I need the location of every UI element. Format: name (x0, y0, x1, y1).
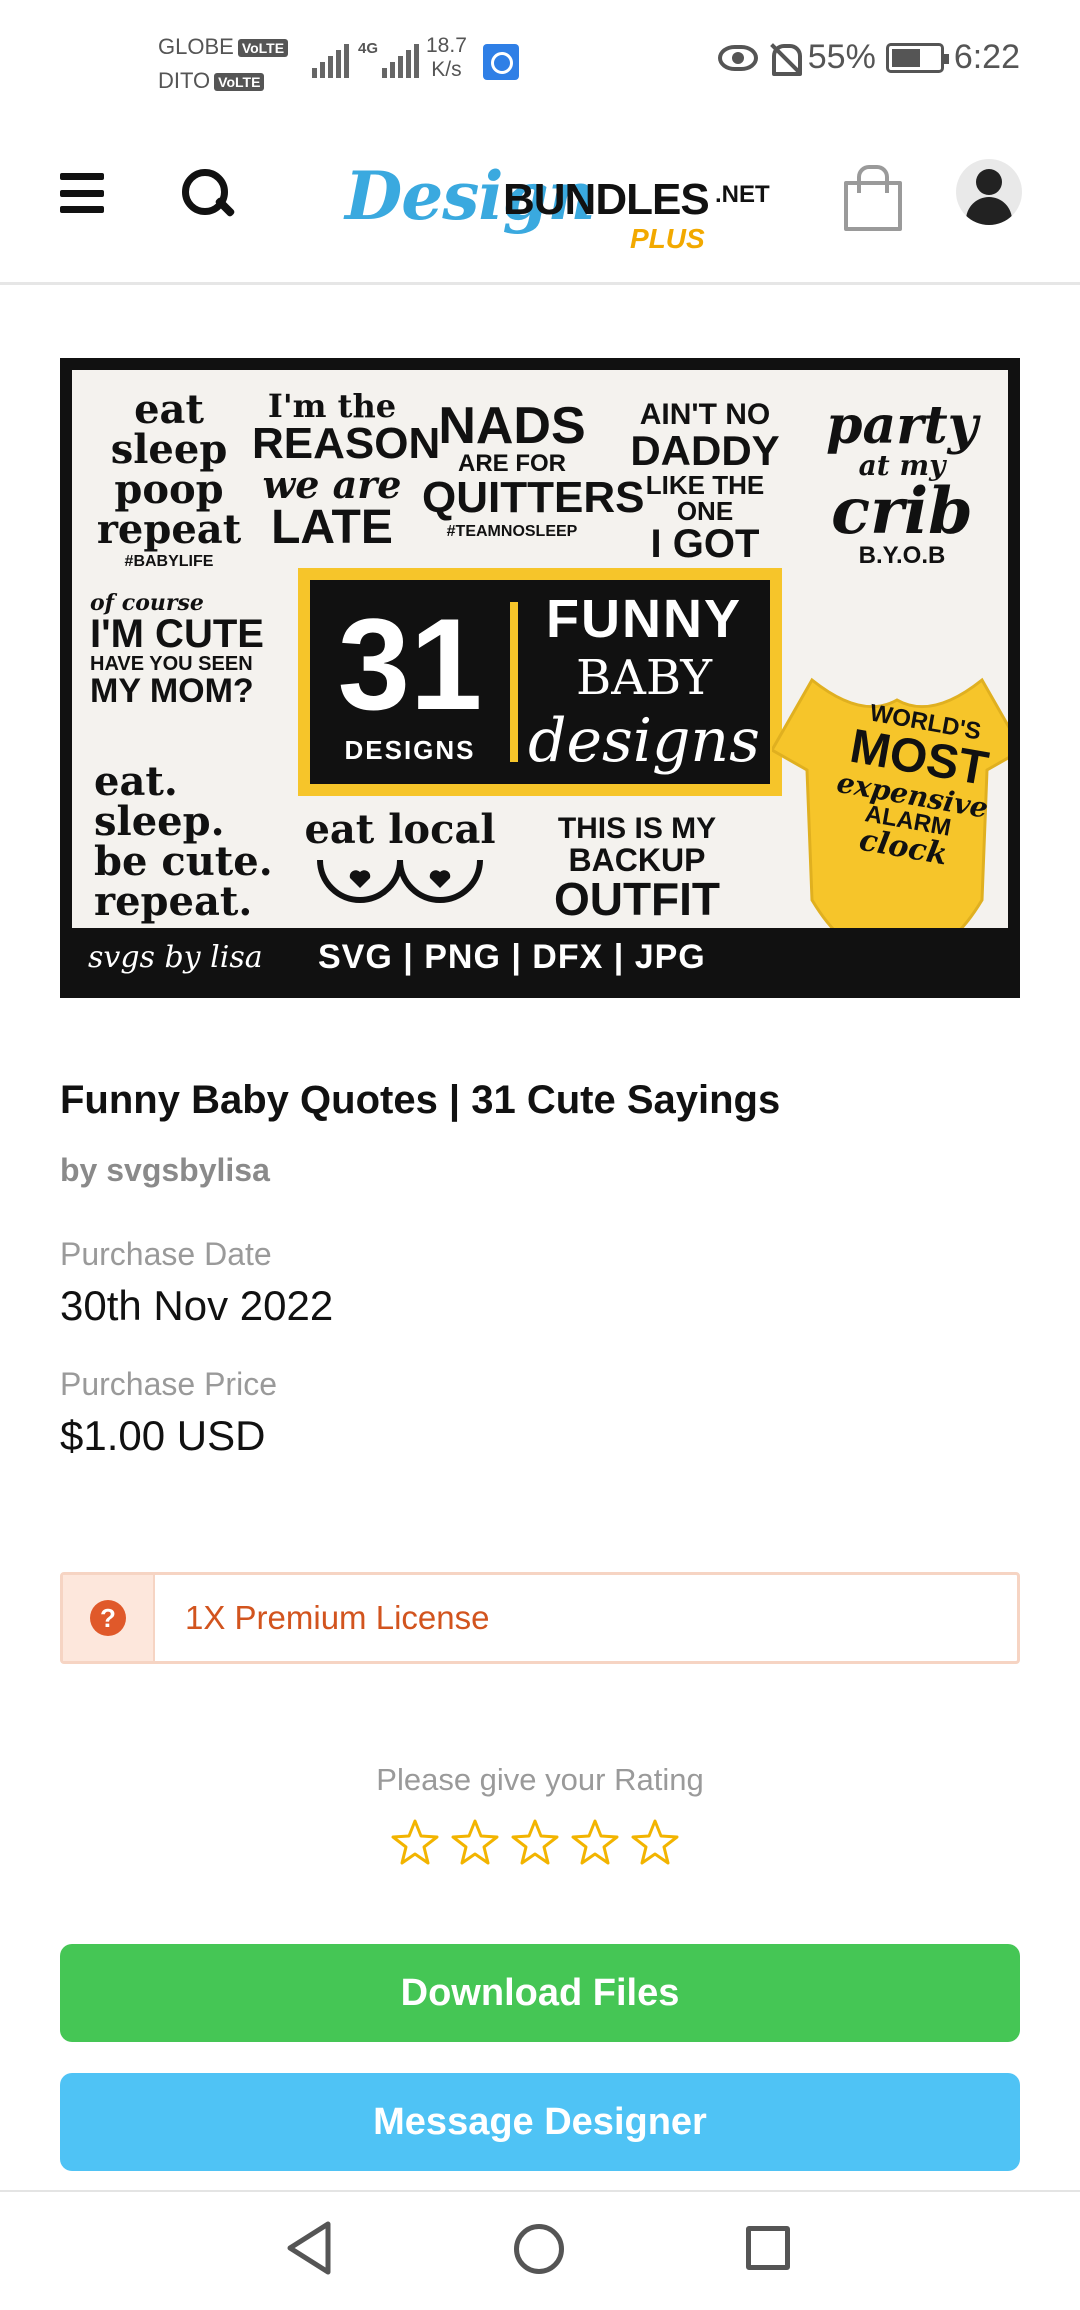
file-formats: SVG | PNG | DFX | JPG (318, 937, 706, 976)
quote-im-cute: of course I'M CUTE HAVE YOU SEEN MY MOM? (90, 590, 264, 710)
eye-icon (717, 44, 758, 71)
system-nav-bar (0, 2190, 1080, 2310)
logo-bundles: BUNDLES (503, 175, 710, 224)
menu-icon[interactable] (60, 173, 104, 213)
message-designer-button[interactable]: Message Designer (60, 2073, 1020, 2171)
logo-plus: PLUS (630, 223, 705, 254)
quote-eat-local: eat local (300, 810, 500, 934)
recent-apps-icon[interactable] (746, 2226, 790, 2270)
avatar[interactable] (956, 159, 1022, 225)
quote-daddy: AIN'T NO DADDY LIKE THE ONE I GOT (630, 398, 780, 566)
app-header: Design BUNDLES .NET PLUS (0, 125, 1080, 285)
quote-eat-sleep-cute: eat. sleep. be cute. repeat. (94, 758, 273, 925)
volte-badge: VoLTE (214, 73, 265, 92)
download-files-button[interactable]: Download Files (60, 1944, 1020, 2042)
purchase-date-label: Purchase Date (60, 1236, 272, 1272)
title-panel: 31 DESIGNS FUNNY BABY designs (298, 568, 782, 796)
logo-net: .NET (715, 181, 770, 208)
volte-badge: VoLTE (237, 39, 289, 58)
shopping-bag-icon[interactable] (844, 165, 902, 231)
battery-percent: 55% (807, 38, 876, 76)
star-icon[interactable] (630, 1818, 680, 1868)
product-title: Funny Baby Quotes | 31 Cute Sayings (60, 1078, 781, 1122)
app-notification-icon (483, 44, 519, 80)
back-icon[interactable] (284, 2220, 334, 2276)
product-image[interactable]: eat sleep poop repeat #BABYLIFE I'm the … (60, 358, 1020, 998)
home-icon[interactable] (514, 2224, 564, 2274)
quote-reason-late: I'm the REASON we are LATE (252, 387, 441, 554)
purchase-price-label: Purchase Price (60, 1366, 277, 1402)
star-icon[interactable] (390, 1818, 440, 1868)
quote-alarm-clock: WORLD'S MOST expensive ALARM clock (834, 699, 992, 873)
network-type: 4G (358, 40, 379, 57)
star-icon[interactable] (570, 1818, 620, 1868)
star-icon[interactable] (510, 1818, 560, 1868)
rating-prompt: Please give your Rating (376, 1762, 704, 1797)
quote-party-crib: party at my crib B.Y.O.B (826, 395, 978, 569)
signal-icon (312, 38, 349, 78)
speed-value: 18.7 (426, 34, 467, 57)
design-count: 31 (337, 590, 483, 737)
status-bar: GLOBE VoLTE DITO VoLTE 4G 18.7 K/s 55% 6:2… (0, 0, 1080, 125)
carrier-info: GLOBE VoLTE DITO VoLTE (158, 30, 289, 98)
quote-backup-outfit: THIS IS MY BACKUP OUTFIT (553, 812, 721, 925)
heart-icon (317, 859, 483, 903)
logo[interactable]: Design BUNDLES .NET PLUS (345, 155, 775, 255)
help-icon: ? (90, 1600, 126, 1636)
purchase-price: $1.00 USD (60, 1412, 266, 1459)
design-count-label: DESIGNS (344, 734, 476, 765)
carrier-2: DITO (158, 68, 211, 93)
quote-nads-quitters: NADS ARE FOR QUITTERS #TEAMNOSLEEP (422, 397, 645, 540)
bell-off-icon (768, 42, 802, 76)
quote-eat-sleep-poop: eat sleep poop repeat #BABYLIFE (96, 386, 242, 570)
battery-icon (885, 42, 949, 73)
license-info[interactable]: ? 1X Premium License (60, 1572, 1020, 1664)
status-right: 55% 6:22 (717, 38, 1020, 77)
product-author[interactable]: by svgsbylisa (60, 1152, 270, 1189)
product-image-canvas: eat sleep poop repeat #BABYLIFE I'm the … (72, 370, 1008, 986)
signature: svgs by lisa (88, 939, 263, 975)
clock: 6:22 (953, 38, 1020, 76)
star-icon[interactable] (450, 1818, 500, 1868)
title-funny: FUNNY (546, 589, 742, 649)
purchase-date: 30th Nov 2022 (60, 1282, 334, 1329)
speed-unit: K/s (431, 58, 462, 81)
search-icon[interactable] (180, 167, 234, 221)
title-baby: BABY (575, 650, 713, 706)
title-designs: designs (528, 706, 760, 776)
signal-icon (382, 38, 419, 78)
rating-stars (390, 1818, 680, 1868)
license-label: 1X Premium License (185, 1599, 490, 1636)
network-speed: 18.7 K/s (426, 34, 467, 82)
carrier-1: GLOBE (158, 34, 234, 59)
image-footer: svgs by lisa SVG | PNG | DFX | JPG (72, 928, 1008, 986)
